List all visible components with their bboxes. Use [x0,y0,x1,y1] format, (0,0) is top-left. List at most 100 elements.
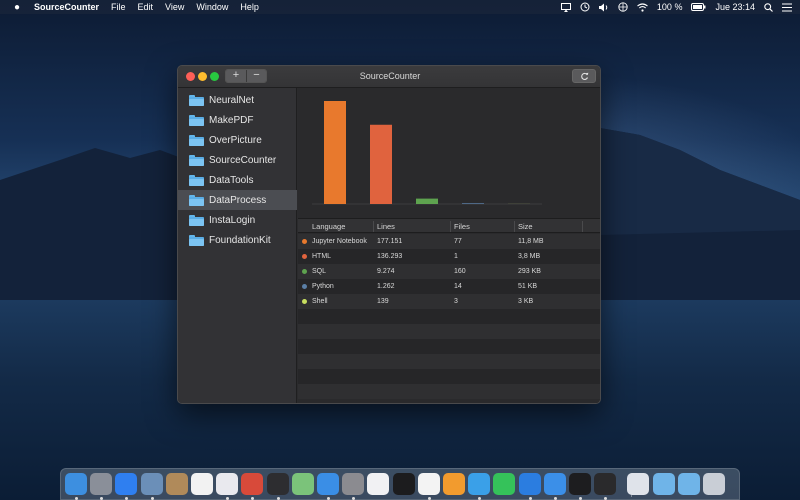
column-separator [450,221,451,232]
refresh-button[interactable] [572,69,596,83]
battery-percentage: 100 % [656,2,683,12]
notification-center-icon[interactable] [782,2,792,12]
reminders-icon[interactable] [216,473,239,495]
volume-icon[interactable] [598,3,609,12]
table-row [298,309,600,324]
activity-monitor-icon[interactable] [266,473,289,495]
sidebar-item-overpicture[interactable]: OverPicture [178,130,297,150]
sourcecounter-window: + − SourceCounter NeuralNet MakePDF Over… [177,65,601,404]
airplay-icon[interactable] [560,2,571,12]
cell-files: 3 [454,298,458,305]
wifi-icon[interactable] [637,2,648,12]
bar-python [462,203,484,204]
code-icon[interactable] [594,473,617,495]
language-color-dot [302,284,307,289]
column-header-language[interactable]: Language [312,222,345,231]
folder-icon [189,154,204,166]
home-folder-icon[interactable] [627,473,650,495]
cell-language: Python [312,283,334,290]
calendar-icon[interactable] [191,473,213,495]
music-icon[interactable] [367,473,390,495]
photo-app-icon[interactable] [241,473,264,495]
apple-logo-icon[interactable]: ● [10,2,24,13]
folder-icon [189,134,204,146]
title-bar[interactable]: + − SourceCounter [178,66,600,88]
language-table: Language Lines Files Size Jupyter Notebo… [298,218,600,403]
cell-lines: 9.274 [377,268,395,275]
table-row[interactable]: SQL 9.274 160 293 KB [298,264,600,279]
sidebar-item-foundationkit[interactable]: FoundationKit [178,230,297,250]
finder-icon[interactable] [65,473,87,495]
menu-view[interactable]: View [165,2,184,12]
sidebar-item-dataprocess[interactable]: DataProcess [178,190,297,210]
table-row[interactable]: Jupyter Notebook 177.151 77 11,8 MB [298,234,600,249]
menu-bar: ● SourceCounter File Edit View Window He… [0,0,800,14]
menu-app-name[interactable]: SourceCounter [34,2,99,12]
folder-icon [189,234,204,246]
battery-icon[interactable] [691,3,706,11]
menu-file[interactable]: File [111,2,126,12]
folder-icon [189,114,204,126]
menu-help[interactable]: Help [240,2,259,12]
folder-icon [189,194,204,206]
photos-icon[interactable] [417,473,440,495]
sidebar-item-datatools[interactable]: DataTools [178,170,297,190]
sidebar-item-instalogin[interactable]: InstaLogin [178,210,297,230]
preview-icon[interactable] [140,473,163,495]
sidebar-item-label: DataProcess [209,194,267,206]
maps-icon[interactable] [291,473,314,495]
xcode-icon[interactable] [543,473,566,495]
search-icon[interactable] [764,2,773,12]
trash-icon[interactable] [703,473,725,495]
table-row[interactable]: Shell 139 3 3 KB [298,294,600,309]
dock [60,468,740,500]
cell-files: 1 [454,253,458,260]
folder-icon [189,94,204,106]
location-icon[interactable] [518,473,541,495]
menu-window[interactable]: Window [196,2,228,12]
time-machine-icon[interactable] [580,2,590,12]
whatsapp-icon[interactable] [493,473,516,495]
lines-bar-chart [312,101,542,205]
table-row [298,339,600,354]
system-preferences-icon[interactable] [342,473,365,495]
refresh-icon [580,72,588,80]
table-row[interactable]: HTML 136.293 1 3,8 MB [298,249,600,264]
apple-tv-icon[interactable] [392,473,415,495]
cell-language: Jupyter Notebook [312,238,367,245]
contacts-icon[interactable] [165,473,188,495]
tweetbot-icon[interactable] [468,473,491,495]
sidebar-item-sourcecounter[interactable]: SourceCounter [178,150,297,170]
column-header-lines[interactable]: Lines [377,222,395,231]
home-icon[interactable] [443,473,465,495]
launchpad-icon[interactable] [90,473,113,495]
column-header-files[interactable]: Files [454,222,470,231]
language-color-dot [302,239,307,244]
cell-lines: 136.293 [377,253,403,260]
window-title: SourceCounter [359,71,421,81]
column-header-size[interactable]: Size [518,222,533,231]
downloads-folder-icon[interactable] [677,473,700,495]
sidebar-item-label: InstaLogin [209,214,256,226]
folder-icon[interactable] [652,473,675,495]
bar-sql [416,198,438,204]
cell-size: 51 KB [518,283,538,290]
cell-lines: 139 [377,298,389,305]
safari-icon[interactable] [317,473,339,495]
menu-clock[interactable]: Jue 23:14 [715,2,755,12]
cell-language: HTML [312,253,332,260]
menu-edit[interactable]: Edit [138,2,154,12]
accessibility-icon[interactable] [618,2,628,12]
terminal-icon[interactable] [569,473,591,495]
table-row[interactable]: Python 1.262 14 51 KB [298,279,600,294]
sidebar-item-makepdf[interactable]: MakePDF [178,110,297,130]
table-header: Language Lines Files Size [298,218,600,233]
sidebar-item-label: NeuralNet [209,94,255,106]
table-row [298,384,600,399]
bar-jupyter-notebook [324,101,346,204]
cell-size: 3,8 MB [518,253,541,260]
cell-lines: 1.262 [377,283,395,290]
cell-files: 77 [454,238,462,245]
app-store-icon[interactable] [115,473,138,495]
sidebar-item-neuralnet[interactable]: NeuralNet [178,90,297,110]
